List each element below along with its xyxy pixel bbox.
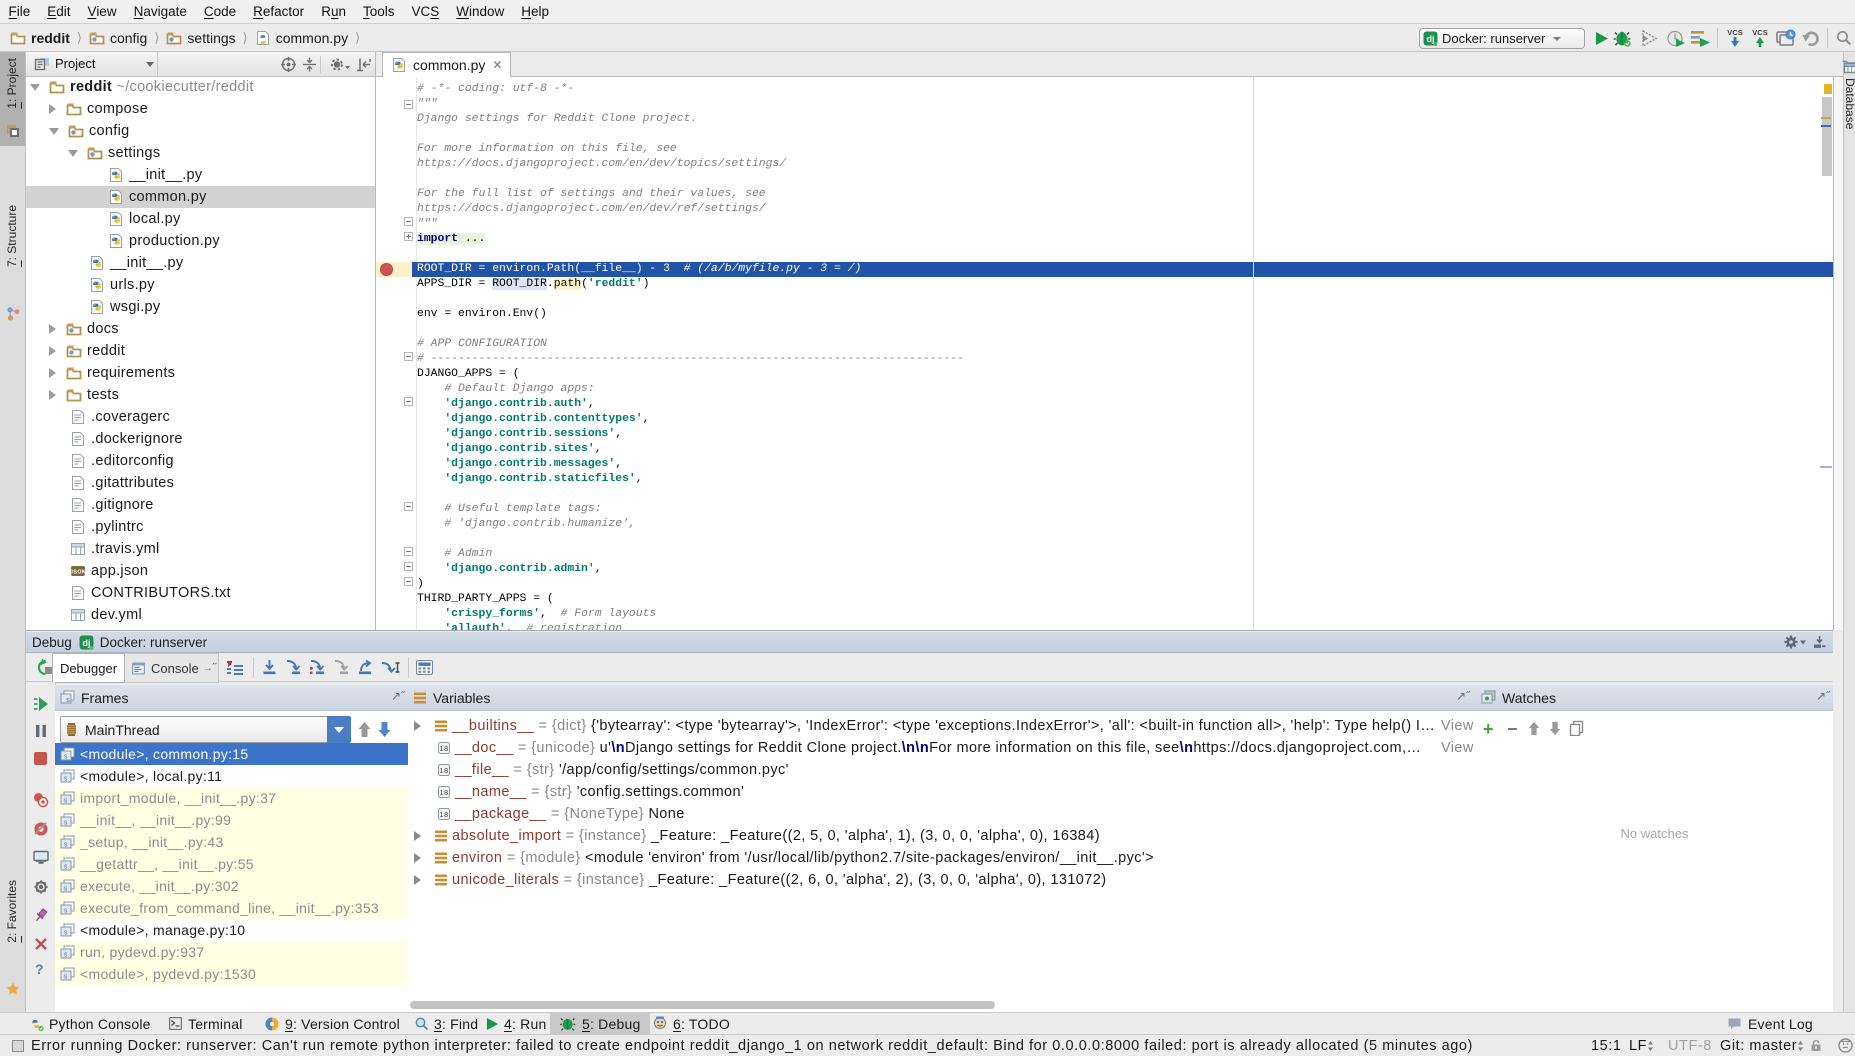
svg-text:s: s — [66, 697, 70, 705]
svg-text:VCS: VCS — [1727, 28, 1742, 37]
svg-text:dj: dj — [82, 638, 90, 648]
svg-text:VCS: VCS — [1752, 28, 1767, 37]
svg-text:dj: dj — [1427, 34, 1435, 44]
